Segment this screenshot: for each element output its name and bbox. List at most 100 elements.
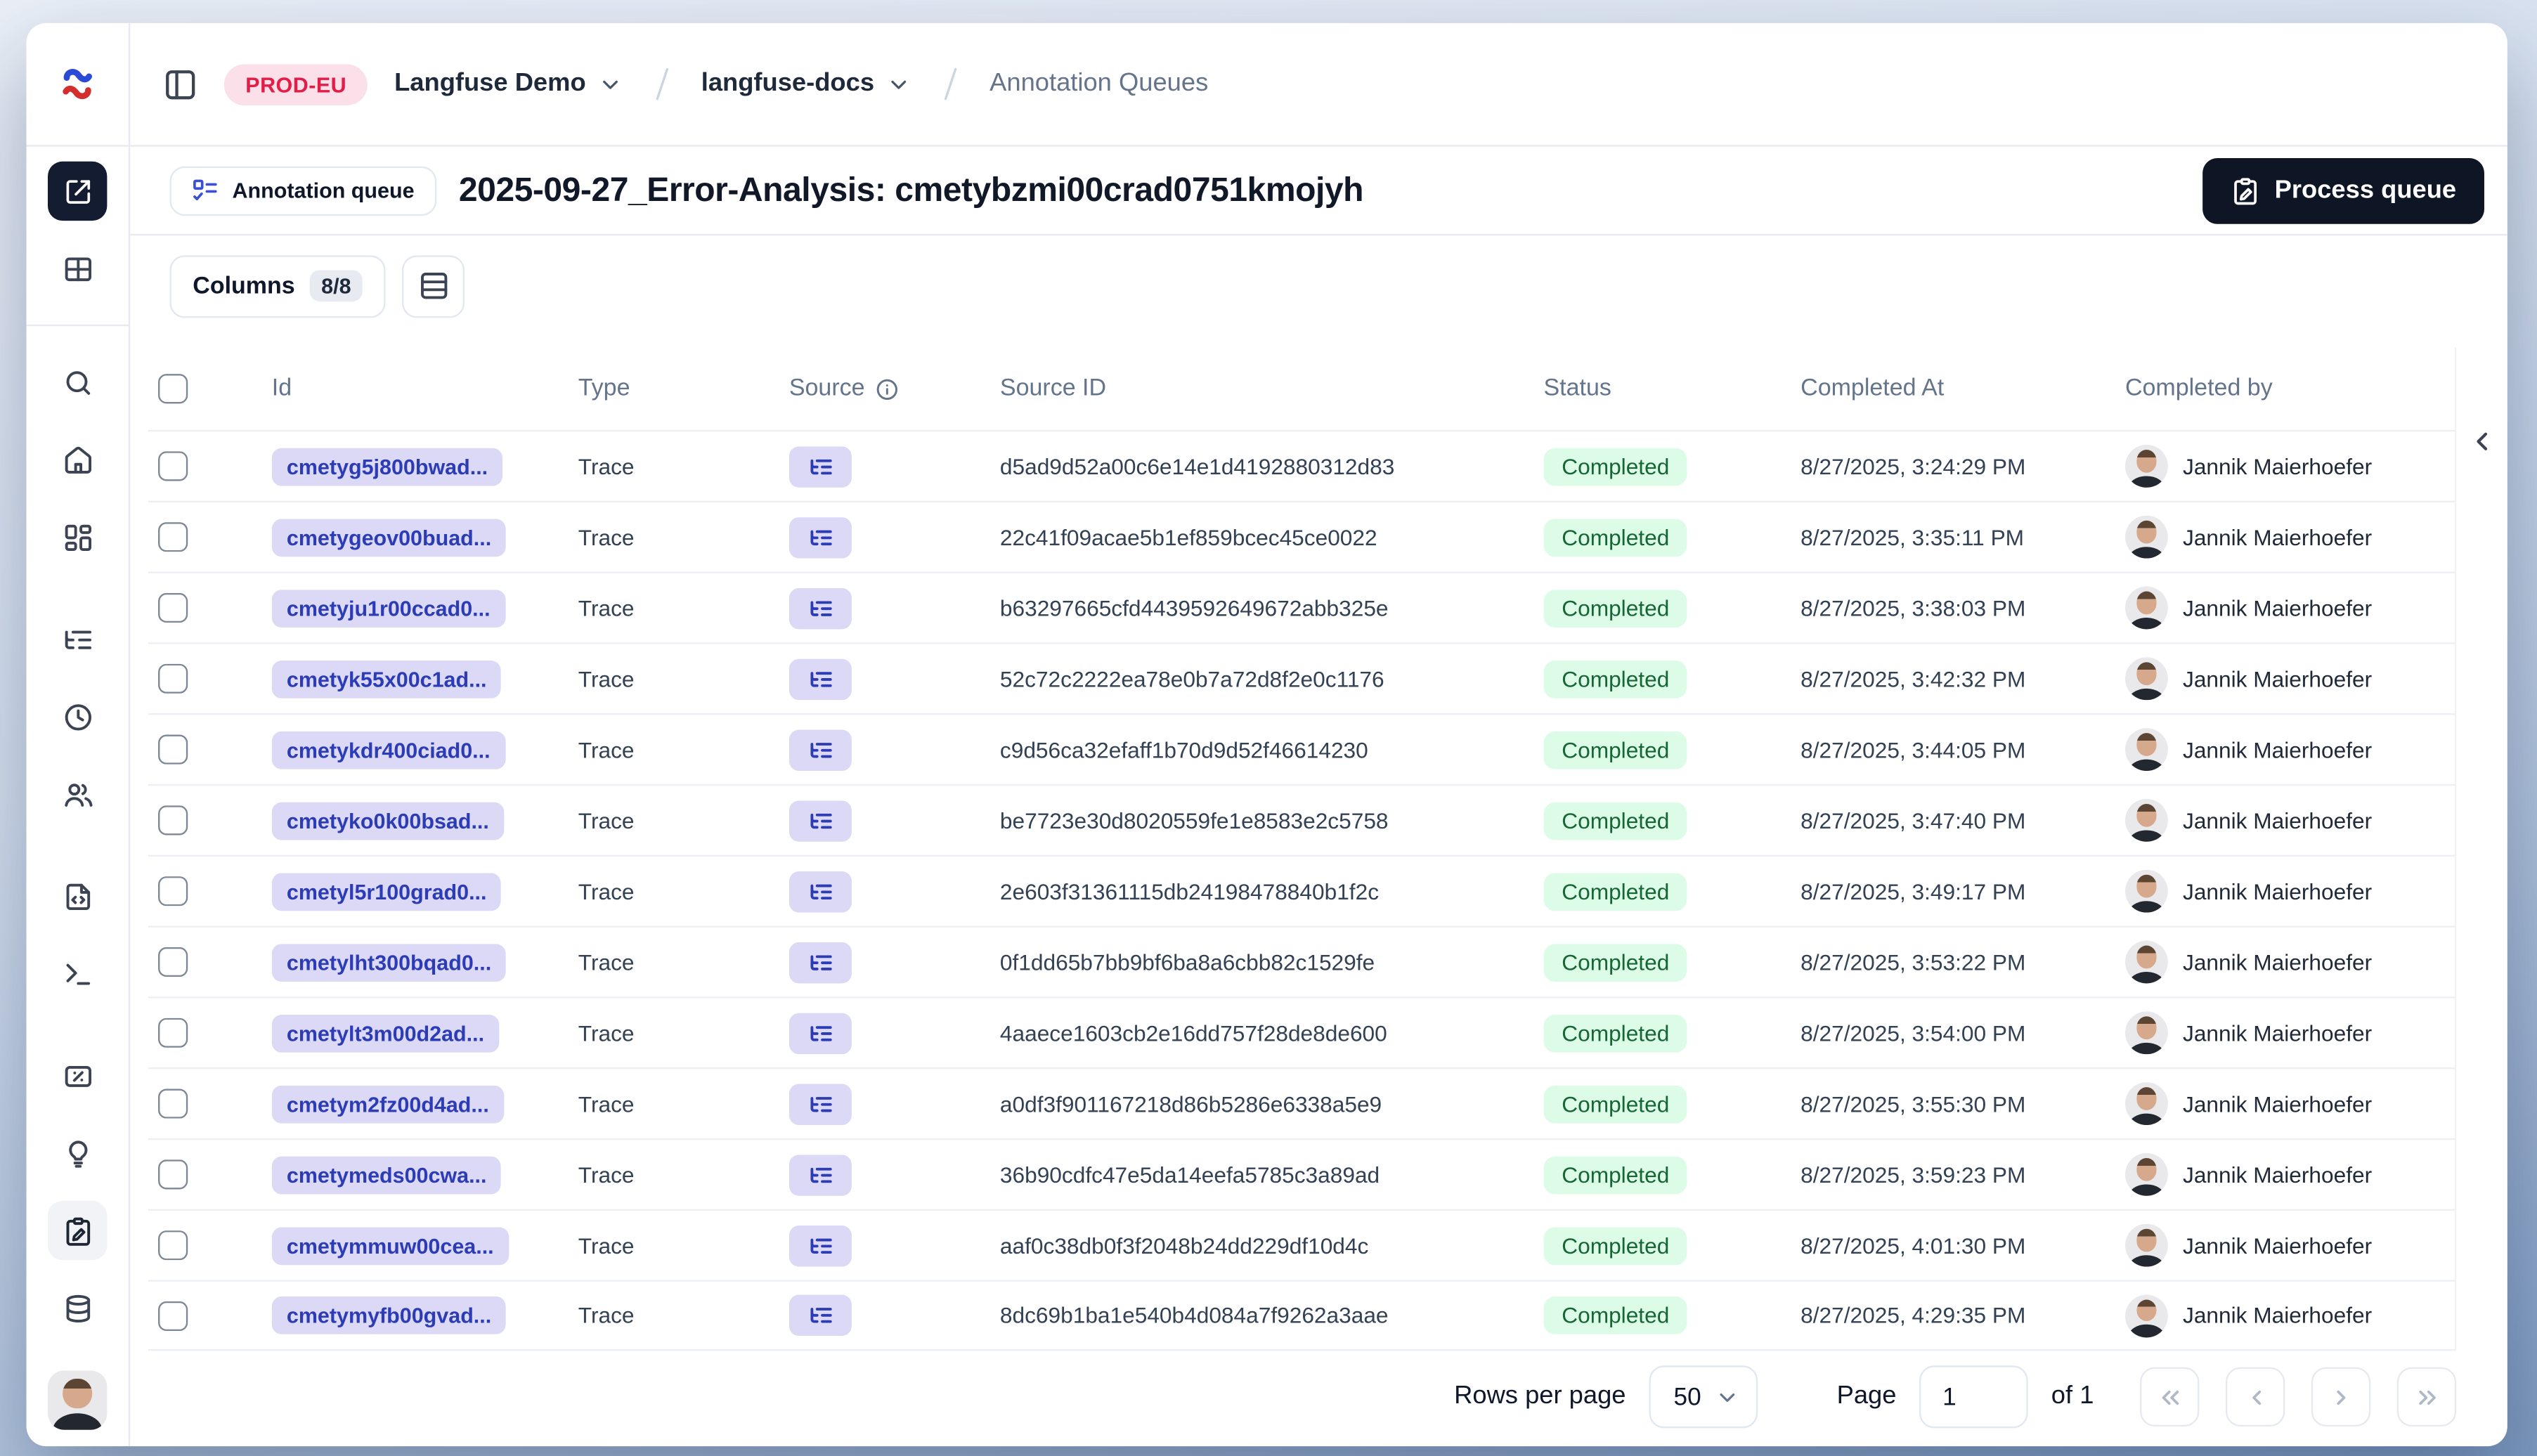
page-number-input[interactable] [1919, 1365, 2028, 1429]
table-row[interactable]: cmetymyfb00gvad... Trace 8dc69b1ba1e540b… [148, 1280, 2455, 1351]
column-header-completed-at[interactable]: Completed At [1786, 375, 2110, 402]
previous-page-button[interactable] [2225, 1367, 2285, 1427]
last-page-button[interactable] [2396, 1367, 2457, 1427]
source-trace-link[interactable] [789, 1154, 852, 1195]
source-trace-link[interactable] [789, 446, 852, 487]
table-row[interactable]: cmetylht300bqad0... Trace 0f1dd65b7bb9bf… [148, 925, 2455, 996]
source-trace-link[interactable] [789, 587, 852, 629]
table-row[interactable]: cmetyk55x00c1ad... Trace 52c72c2222ea78e… [148, 642, 2455, 713]
completed-by-name: Jannik Maierhoefer [2183, 1233, 2373, 1258]
sidebar-item-search[interactable] [48, 353, 107, 412]
process-queue-button[interactable]: Process queue [2202, 157, 2484, 223]
column-header-completed-by[interactable]: Completed by [2110, 375, 2455, 402]
sidebar-item-insights[interactable] [48, 1124, 107, 1183]
column-header-source[interactable]: Source [774, 375, 985, 402]
sidebar-item-annotation-queues[interactable] [47, 1200, 108, 1261]
item-id-link[interactable]: cmetymyfb00gvad... [271, 1296, 507, 1334]
row-checkbox[interactable] [158, 1300, 188, 1330]
breadcrumb-current-section[interactable]: Annotation Queues [990, 69, 1208, 98]
source-trace-link[interactable] [789, 1294, 852, 1337]
source-trace-link[interactable] [789, 1083, 852, 1124]
item-id-link[interactable]: cmetyg5j800bwad... [271, 447, 503, 486]
table-row[interactable]: cmetygeov00buad... Trace 22c41f09acae5b1… [148, 500, 2455, 572]
annotation-queue-badge[interactable]: Annotation queue [169, 165, 436, 215]
source-trace-link[interactable] [789, 729, 852, 770]
row-checkbox[interactable] [158, 1159, 188, 1190]
chevron-down-icon [1720, 1392, 1735, 1401]
sidebar-item-tracing[interactable] [48, 609, 107, 668]
table-row[interactable]: cmetyko0k00bsad... Trace be7723e30d80205… [148, 784, 2455, 855]
environment-badge[interactable]: PROD-EU [223, 63, 368, 105]
item-id-link[interactable]: cmetyk55x00c1ad... [271, 659, 502, 698]
row-checkbox[interactable] [158, 1088, 188, 1119]
item-id-link[interactable]: cmetylt3m00d2ad... [271, 1013, 500, 1052]
org-switcher[interactable]: Langfuse Demo [394, 69, 622, 98]
row-checkbox[interactable] [158, 947, 188, 977]
next-page-button[interactable] [2311, 1367, 2371, 1427]
project-switcher[interactable]: langfuse-docs [701, 69, 911, 98]
row-checkbox[interactable] [158, 592, 188, 623]
item-id-link[interactable]: cmetymeds00cwa... [271, 1155, 502, 1194]
row-checkbox[interactable] [158, 663, 188, 694]
row-checkbox[interactable] [158, 734, 188, 765]
completed-by-name: Jannik Maierhoefer [2183, 949, 2373, 975]
source-trace-link[interactable] [789, 516, 852, 558]
item-id-link[interactable]: cmetykdr400ciad0... [271, 730, 505, 769]
external-link-icon [65, 179, 89, 203]
item-id-link[interactable]: cmetylht300bqad0... [271, 943, 507, 981]
source-trace-link[interactable] [789, 658, 852, 700]
item-id-link[interactable]: cmetym2fz00d4ad... [271, 1084, 504, 1123]
row-checkbox[interactable] [158, 876, 188, 906]
table-row[interactable]: cmetykdr400ciad0... Trace c9d56ca32efaff… [148, 713, 2455, 784]
column-header-source-id[interactable]: Source ID [985, 375, 1529, 402]
source-trace-link[interactable] [789, 870, 852, 912]
user-avatar-button[interactable] [47, 1370, 108, 1430]
table-row[interactable]: cmetymmuw00cea... Trace aaf0c38db0f3f204… [148, 1209, 2455, 1280]
column-header-id[interactable]: Id [257, 375, 564, 402]
sidebar-item-home[interactable] [48, 430, 107, 489]
item-id-link[interactable]: cmetyju1r00ccad0... [271, 589, 505, 627]
sidebar-item-users[interactable] [48, 765, 107, 824]
sidebar-toggle-button[interactable] [163, 67, 197, 101]
first-page-button[interactable] [2140, 1367, 2200, 1427]
table-row[interactable]: cmetym2fz00d4ad... Trace a0df3f901167218… [148, 1067, 2455, 1138]
sidebar-item-playground[interactable] [48, 944, 107, 1003]
sidebar-item-dashboard[interactable] [48, 507, 107, 566]
item-id-link[interactable]: cmetyl5r100grad0... [271, 872, 502, 911]
column-header-type[interactable]: Type [564, 375, 774, 402]
sidebar-item-evaluators[interactable] [48, 1046, 107, 1105]
table-row[interactable]: cmetyl5r100grad0... Trace 2e603f31361115… [148, 854, 2455, 926]
row-checkbox[interactable] [158, 1230, 188, 1261]
item-id-link[interactable]: cmetyko0k00bsad... [271, 801, 504, 840]
sidebar-item-grid-view[interactable] [48, 239, 107, 298]
row-checkbox[interactable] [158, 451, 188, 481]
item-type: Trace [578, 1091, 635, 1117]
table-row[interactable]: cmetyg5j800bwad... Trace d5ad9d52a00c6e1… [148, 429, 2455, 501]
source-trace-link[interactable] [789, 800, 852, 841]
rows-per-page-select[interactable]: 50 [1649, 1365, 1758, 1429]
sidebar-item-datasets[interactable] [48, 1278, 107, 1337]
item-id-link[interactable]: cmetymmuw00cea... [271, 1226, 509, 1265]
row-height-button[interactable] [402, 254, 465, 318]
row-checkbox[interactable] [158, 805, 188, 836]
source-trace-link[interactable] [789, 941, 852, 983]
column-header-status[interactable]: Status [1529, 375, 1786, 402]
source-trace-link[interactable] [789, 1224, 852, 1266]
org-name: Langfuse Demo [394, 69, 586, 98]
sidebar-item-prompts[interactable] [48, 866, 107, 925]
collapse-panel-button[interactable] [2461, 420, 2504, 463]
row-checkbox[interactable] [158, 522, 188, 552]
item-id-link[interactable]: cmetygeov00buad... [271, 518, 507, 557]
table-row[interactable]: cmetylt3m00d2ad... Trace 4aaece1603cb2e1… [148, 996, 2455, 1067]
table-row[interactable]: cmetymeds00cwa... Trace 36b90cdfc47e5da1… [148, 1138, 2455, 1209]
source-trace-link[interactable] [789, 1012, 852, 1054]
sidebar-item-open-external[interactable] [47, 161, 108, 221]
item-type: Trace [578, 737, 635, 762]
chevron-down-icon [890, 79, 906, 89]
columns-button[interactable]: Columns 8/8 [169, 254, 386, 318]
table-row[interactable]: cmetyju1r00ccad0... Trace b63297665cfd44… [148, 571, 2455, 642]
sidebar-item-sessions[interactable] [48, 687, 107, 746]
row-checkbox[interactable] [158, 1018, 188, 1048]
percent-card-icon [64, 1065, 91, 1086]
select-all-checkbox[interactable] [158, 374, 188, 404]
